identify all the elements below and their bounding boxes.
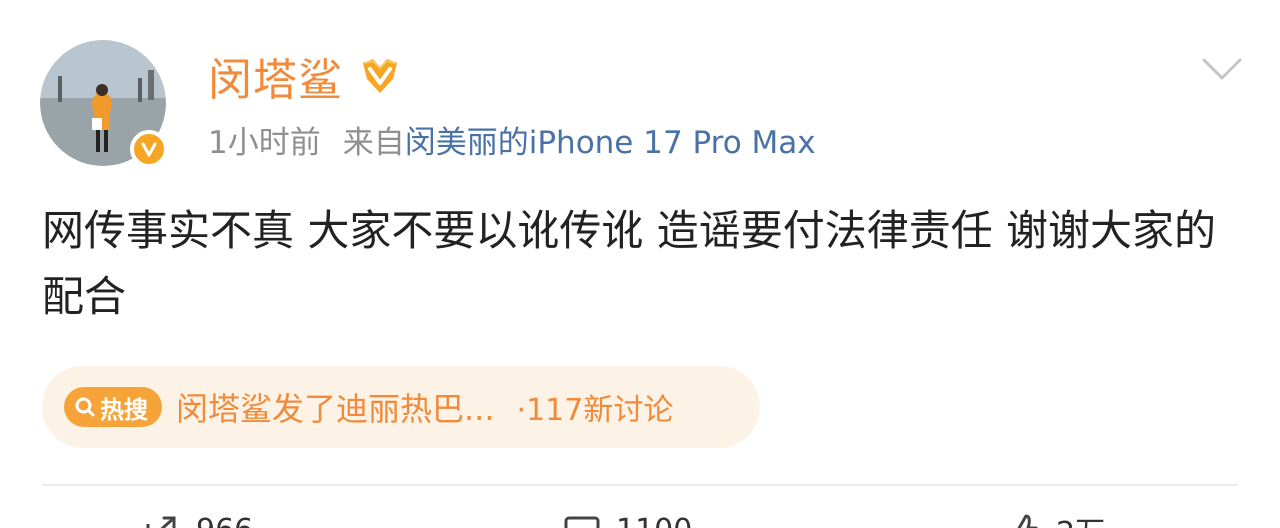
comment-button[interactable]: 1100 [562,510,692,528]
post-time: 1小时前 [208,124,321,161]
hot-search-tag-label: 热搜 [100,395,148,424]
comment-icon [564,516,600,528]
vip-badge-icon[interactable] [357,53,403,99]
verified-badge-icon [130,130,168,168]
comment-count: 1100 [616,513,692,528]
like-count: 2万 [1056,508,1105,528]
username[interactable]: 闵塔鲨 [208,44,343,108]
like-button[interactable]: 2万 [1002,510,1105,528]
repost-button[interactable]: 966 [142,510,253,528]
post-text: 网传事实不真 大家不要以讹传讹 造谣要付法律责任 谢谢大家的配合 [42,206,1217,321]
avatar[interactable] [40,40,168,168]
source-prefix: 来自 [342,124,405,161]
search-icon [75,397,95,417]
weibo-post: 闵塔鲨 1小时前 来自 闵美丽的iPhone 17 Pro Max 网传事实不真… [0,0,1280,528]
repost-count: 966 [196,513,253,528]
divider [42,484,1238,486]
hot-search-title: 闵塔鲨发了迪丽热巴... [176,390,495,428]
thumbs-up-icon [1017,514,1038,528]
hot-search-link[interactable]: 热搜 闵塔鲨发了迪丽热巴... ·117新讨论 [42,366,760,448]
hot-search-tag: 热搜 [64,387,162,427]
post-meta: 1小时前 来自 闵美丽的iPhone 17 Pro Max [208,114,816,164]
hot-search-count: ·117新讨论 [516,393,674,428]
username-row: 闵塔鲨 [208,48,403,106]
chevron-down-icon[interactable] [1200,54,1244,84]
repost-icon [146,516,176,528]
device-source-link[interactable]: 闵美丽的iPhone 17 Pro Max [405,117,816,162]
